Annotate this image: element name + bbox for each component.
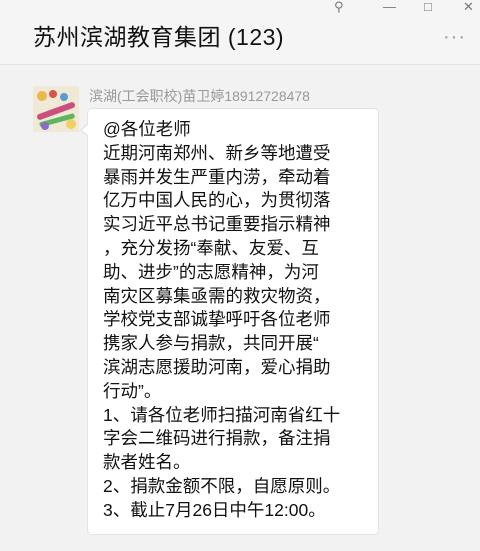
message-line: 3、截止7月26日中午12:00。 (103, 499, 326, 520)
maximize-icon[interactable]: □ (424, 0, 432, 14)
sender-name: 滨湖(工会职校)苗卫婷18912728478 (89, 88, 310, 104)
avatar[interactable] (33, 86, 79, 132)
message-line: 亿万中国人民的心，为贯彻落 (103, 190, 331, 211)
message-line: ，充分发扬“奉献、友爱、互 (103, 237, 319, 258)
message-line: 学校党支部诚挚呼吁各位老师 (103, 309, 331, 330)
message-line: 滨湖志愿援助河南，爱心捐助 (103, 356, 331, 377)
avatar-image (33, 86, 79, 132)
message-line: 近期河南郑州、新乡等地遭受 (103, 142, 331, 163)
message-line: 1、请各位老师扫描河南省红十 (103, 404, 341, 425)
pin-icon[interactable]: ⚲ (334, 0, 344, 14)
message-line: 助、进步”的志愿精神，为河 (103, 261, 319, 282)
message-line: 南灾区募集亟需的救灾物资， (103, 285, 331, 306)
chat-title: 苏州滨湖教育集团 (123) (33, 24, 285, 50)
message-line: 携家人参与捐款，共同开展“ (103, 333, 319, 354)
message-line: 行动”。 (103, 380, 162, 401)
message-bubble[interactable]: @各位老师 近期河南郑州、新乡等地遭受 暴雨并发生严重内涝，牵动着 亿万中国人民… (80, 108, 379, 535)
more-options-icon[interactable]: ··· (443, 26, 466, 49)
chat-header: 苏州滨湖教育集团 (123) ⚲ — □ ✕ ··· (0, 0, 480, 65)
message-line: 字会二维码进行捐款，备注捐 (103, 428, 331, 449)
minimize-icon[interactable]: — (383, 0, 396, 14)
message-line: 实习近平总书记重要指示精神 (103, 214, 331, 235)
message-line: 2、捐款金额不限，自愿原则。 (103, 475, 341, 496)
message-line: @各位老师 (103, 119, 191, 139)
message-line: 暴雨并发生严重内涝，牵动着 (103, 166, 331, 187)
message-line: 款者姓名。 (103, 452, 191, 473)
close-icon[interactable]: ✕ (463, 0, 474, 14)
